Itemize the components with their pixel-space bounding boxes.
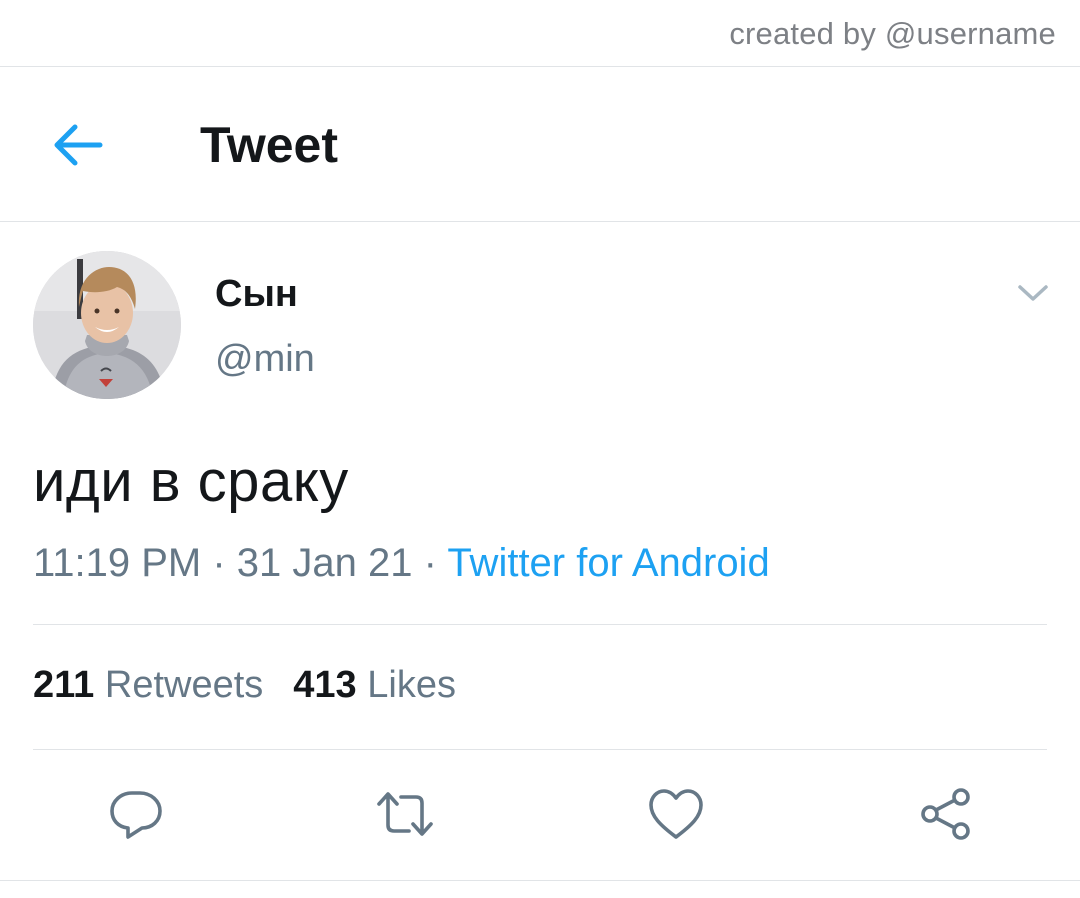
display-name[interactable]: Сын bbox=[215, 273, 298, 316]
bottom-divider bbox=[0, 880, 1080, 881]
retweets-count: 211 bbox=[33, 664, 95, 706]
meta-separator: · bbox=[412, 541, 448, 585]
likes-stat[interactable]: 413 Likes bbox=[293, 664, 456, 706]
back-button[interactable] bbox=[46, 118, 108, 172]
share-icon bbox=[921, 788, 970, 840]
like-button[interactable] bbox=[646, 785, 706, 843]
tweet-time: 11:19 PM bbox=[33, 541, 202, 585]
retweet-icon bbox=[377, 792, 433, 836]
avatar[interactable] bbox=[33, 251, 181, 399]
watermark-bar: created by @username bbox=[0, 0, 1080, 67]
heart-icon bbox=[649, 789, 703, 839]
tweet-menu-button[interactable] bbox=[1014, 278, 1052, 308]
chevron-down-icon bbox=[1018, 285, 1048, 301]
top-header: Tweet bbox=[0, 68, 1080, 222]
reply-button[interactable] bbox=[106, 785, 166, 843]
divider bbox=[33, 749, 1047, 750]
tweet-meta: 11:19 PM · 31 Jan 21 · Twitter for Andro… bbox=[33, 541, 770, 586]
page-title: Tweet bbox=[200, 117, 338, 173]
meta-separator: · bbox=[201, 541, 237, 585]
speech-bubble-icon bbox=[110, 791, 162, 839]
user-handle[interactable]: @min bbox=[215, 338, 315, 381]
retweets-stat[interactable]: 211 Retweets bbox=[33, 664, 263, 706]
watermark-text: created by @username bbox=[729, 16, 1056, 51]
tweet-date: 31 Jan 21 bbox=[236, 541, 413, 585]
retweet-button[interactable] bbox=[375, 785, 435, 843]
share-button[interactable] bbox=[916, 785, 976, 843]
likes-count: 413 bbox=[293, 664, 357, 706]
divider bbox=[33, 624, 1047, 625]
tweet-text: иди в сраку bbox=[33, 449, 349, 514]
tweet-stats: 211 Retweets 413 Likes bbox=[33, 664, 456, 707]
tweet-source-link[interactable]: Twitter for Android bbox=[447, 541, 769, 585]
retweets-label: Retweets bbox=[104, 664, 264, 706]
likes-label: Likes bbox=[367, 664, 456, 706]
arrow-left-icon bbox=[54, 124, 103, 166]
profile-photo bbox=[33, 251, 181, 399]
